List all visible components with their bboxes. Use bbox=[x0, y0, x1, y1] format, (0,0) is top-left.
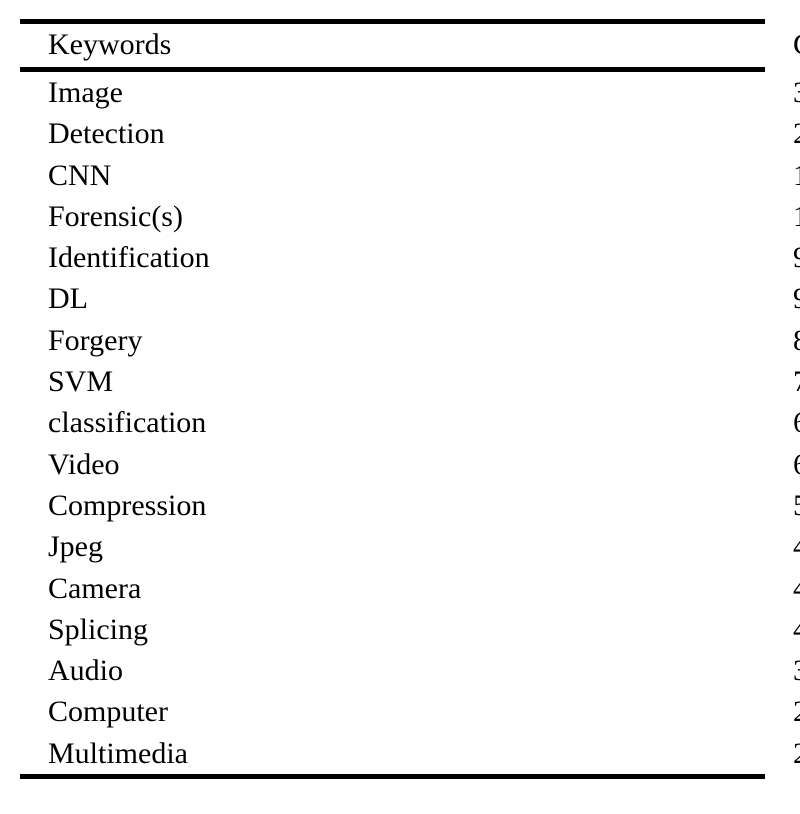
table-row: Image 347 bbox=[20, 72, 800, 113]
cell-count: 91 bbox=[393, 237, 800, 278]
cell-keyword: Detection bbox=[48, 117, 165, 151]
table-row: classification 69 bbox=[20, 402, 800, 443]
cell-keyword: Splicing bbox=[48, 612, 149, 646]
table-row: SVM 71 bbox=[20, 361, 800, 402]
cell-keyword: Video bbox=[48, 447, 120, 481]
cell-count: 81 bbox=[393, 320, 800, 361]
table-row: Computer 28 bbox=[20, 691, 800, 732]
table-row: Audio 31 bbox=[20, 650, 800, 691]
table-row: Splicing 41 bbox=[20, 609, 800, 650]
document-page: Keywords Count Image 347 Detection 210 bbox=[0, 0, 800, 814]
table-row: Video 61 bbox=[20, 444, 800, 485]
cell-count: 41 bbox=[393, 609, 800, 650]
cell-count: 139 bbox=[393, 155, 800, 196]
table-bottom-rule bbox=[20, 774, 765, 780]
cell-keyword: Jpeg bbox=[48, 530, 103, 564]
cell-keyword: Compression bbox=[48, 488, 207, 522]
cell-count: 347 bbox=[393, 72, 800, 113]
cell-count: 122 bbox=[393, 196, 800, 237]
cell-keyword: Image bbox=[48, 76, 123, 109]
table-row: Forensic(s) 122 bbox=[20, 196, 800, 237]
table-body: Image 347 Detection 210 CNN 139 Forensic… bbox=[20, 72, 800, 774]
cell-keyword: Forensic(s) bbox=[48, 199, 183, 233]
column-header-keywords: Keywords bbox=[48, 28, 172, 61]
table-row: DL 91 bbox=[20, 278, 800, 319]
cell-count: 69 bbox=[393, 402, 800, 443]
cell-keyword: Camera bbox=[48, 571, 142, 605]
table-row: CNN 139 bbox=[20, 155, 800, 196]
cell-count: 58 bbox=[393, 485, 800, 526]
keyword-count-table: Keywords Count Image 347 Detection 210 bbox=[20, 19, 800, 780]
cell-count: 42 bbox=[393, 568, 800, 609]
cell-keyword: DL bbox=[48, 282, 88, 316]
cell-keyword: Computer bbox=[48, 695, 168, 729]
table-row: Multimedia 27 bbox=[20, 733, 800, 774]
table-row: Compression 58 bbox=[20, 485, 800, 526]
table-row: Camera 42 bbox=[20, 568, 800, 609]
cell-keyword: Audio bbox=[48, 654, 123, 688]
cell-count: 210 bbox=[393, 113, 800, 154]
cell-keyword: SVM bbox=[48, 365, 114, 399]
cell-count: 28 bbox=[393, 691, 800, 732]
cell-keyword: Multimedia bbox=[48, 736, 188, 770]
table-row: Identification 91 bbox=[20, 237, 800, 278]
table-row: Detection 210 bbox=[20, 113, 800, 154]
cell-count: 43 bbox=[393, 526, 800, 567]
cell-keyword: Identification bbox=[48, 241, 210, 275]
table-header-section: Keywords Count bbox=[20, 24, 800, 67]
cell-keyword: Forgery bbox=[48, 323, 143, 357]
cell-count: 31 bbox=[393, 650, 800, 691]
column-header-count: Count bbox=[393, 24, 800, 67]
table-header-row: Keywords Count bbox=[20, 24, 800, 67]
cell-count: 61 bbox=[393, 444, 800, 485]
table-body-section: Image 347 Detection 210 CNN 139 Forensic… bbox=[20, 72, 800, 774]
cell-keyword: classification bbox=[48, 406, 207, 440]
table-row: Jpeg 43 bbox=[20, 526, 800, 567]
cell-count: 91 bbox=[393, 278, 800, 319]
cell-count: 27 bbox=[393, 733, 800, 774]
cell-count: 71 bbox=[393, 361, 800, 402]
cell-keyword: CNN bbox=[48, 158, 112, 192]
table-row: Forgery 81 bbox=[20, 320, 800, 361]
